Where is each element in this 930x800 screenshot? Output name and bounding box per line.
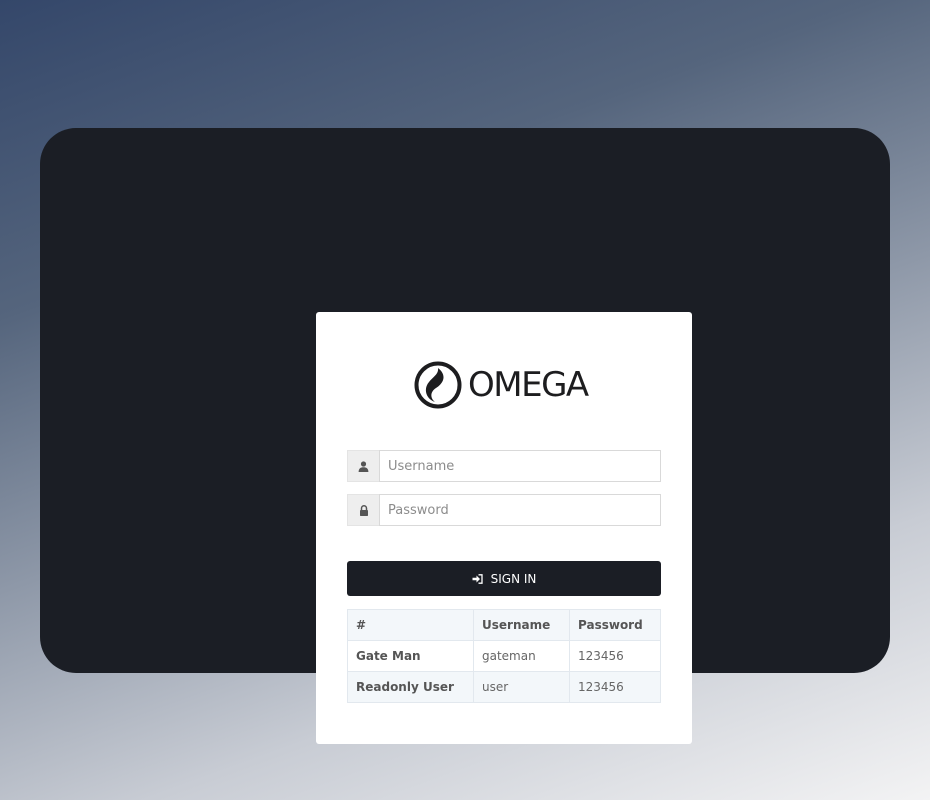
credential-password: 123456 <box>569 671 661 703</box>
credential-name: Readonly User <box>347 671 474 703</box>
credential-username: user <box>473 671 570 703</box>
column-header-index: # <box>347 609 474 641</box>
username-group <box>347 450 661 482</box>
column-header-password: Password <box>569 609 661 641</box>
credential-password: 123456 <box>569 640 661 672</box>
password-group <box>347 494 661 526</box>
column-header-username: Username <box>473 609 570 641</box>
sign-in-icon <box>472 573 483 584</box>
lock-icon <box>347 494 379 526</box>
username-input[interactable] <box>379 450 661 482</box>
sign-in-button[interactable]: SIGN IN <box>347 561 661 596</box>
sign-in-label: SIGN IN <box>490 571 537 586</box>
brand-name: OMEGA <box>468 365 589 405</box>
login-panel: OMEGA S <box>40 128 890 744</box>
credentials-table: # Username Password Gate Man gateman 123… <box>347 609 661 703</box>
login-card: OMEGA S <box>316 312 692 744</box>
omega-logo-icon <box>414 361 462 409</box>
brand-logo: OMEGA <box>414 360 596 410</box>
user-icon <box>347 450 379 482</box>
table-header-row: # Username Password <box>347 609 661 641</box>
credential-username: gateman <box>473 640 570 672</box>
table-row[interactable]: Readonly User user 123456 <box>347 671 661 703</box>
credential-name: Gate Man <box>347 640 474 672</box>
table-row[interactable]: Gate Man gateman 123456 <box>347 640 661 672</box>
password-input[interactable] <box>379 494 661 526</box>
